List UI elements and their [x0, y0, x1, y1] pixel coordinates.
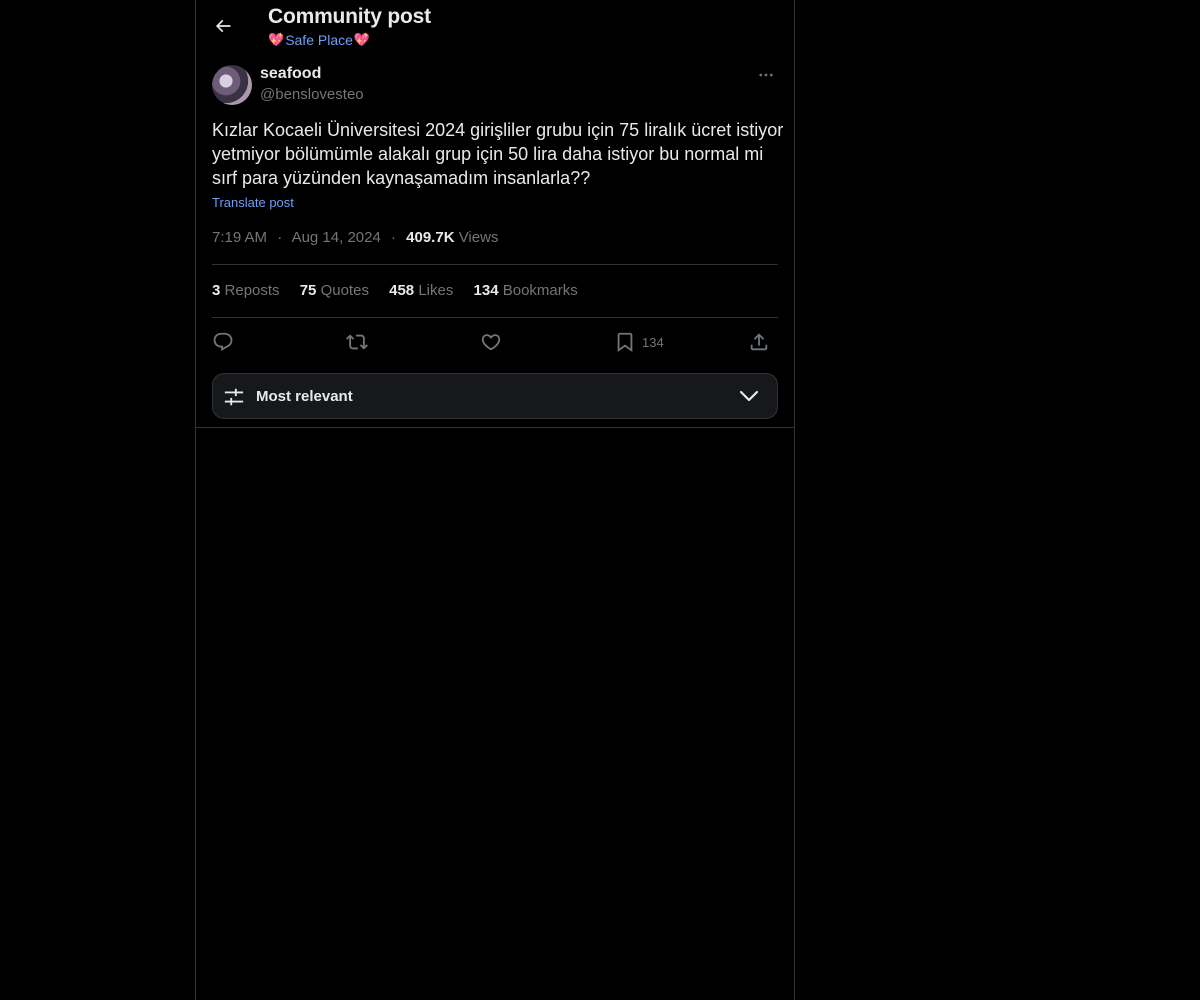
- chevron-down-icon: [739, 390, 759, 402]
- page-title: Community post: [268, 5, 431, 28]
- stat-count: 75: [299, 282, 317, 299]
- meta-separator: ·: [277, 229, 283, 246]
- arrow-left-icon: [215, 19, 231, 33]
- divider: [212, 264, 778, 265]
- stat-bookmarks[interactable]: 134 Bookmarks: [474, 282, 578, 299]
- translate-post-link[interactable]: Translate post: [212, 195, 294, 210]
- sort-replies-dropdown[interactable]: Most relevant: [212, 373, 778, 419]
- heart-emoji-icon: 💖: [353, 32, 371, 47]
- stat-label: Reposts: [224, 282, 280, 299]
- post-actions: 134: [212, 328, 778, 356]
- stat-count: 458: [389, 282, 415, 299]
- divider: [196, 427, 794, 428]
- share-button[interactable]: [748, 328, 770, 356]
- views-label: Views: [458, 229, 499, 246]
- sliders-icon: [224, 388, 244, 406]
- reply-icon: [213, 332, 233, 351]
- stat-count: 134: [473, 282, 499, 299]
- reply-button[interactable]: [212, 328, 234, 356]
- post-author: seafood @benslovesteo: [212, 65, 778, 107]
- repost-icon: [346, 334, 368, 350]
- share-icon: [750, 333, 768, 351]
- sort-label: Most relevant: [256, 388, 353, 405]
- repost-button[interactable]: [346, 328, 368, 356]
- post-time[interactable]: 7:19 AM: [212, 229, 267, 246]
- post-meta: 7:19 AM · Aug 14, 2024 · 409.7K Views: [212, 229, 498, 246]
- heart-icon: [481, 334, 501, 351]
- stat-quotes[interactable]: 75 Quotes: [300, 282, 369, 299]
- bookmark-count: 134: [642, 334, 664, 350]
- like-button[interactable]: [480, 328, 502, 356]
- heart-emoji-icon: 💖: [268, 32, 285, 47]
- back-button[interactable]: [209, 12, 237, 40]
- divider: [212, 317, 778, 318]
- stat-label: Quotes: [320, 282, 369, 299]
- avatar[interactable]: [212, 65, 252, 105]
- community-name: Safe Place: [285, 32, 353, 48]
- author-handle[interactable]: @benslovesteo: [260, 86, 364, 103]
- post-text: Kızlar Kocaeli Üniversitesi 2024 girişli…: [212, 120, 784, 188]
- stat-reposts[interactable]: 3 Reposts: [212, 282, 280, 299]
- stat-likes[interactable]: 458 Likes: [389, 282, 453, 299]
- page-header: Community post 💖 Safe Place 💖: [196, 0, 794, 56]
- post-stats: 3 Reposts 75 Quotes 458 Likes 134 Bookma…: [212, 282, 594, 299]
- meta-separator: ·: [390, 229, 396, 246]
- bookmark-icon: [617, 332, 633, 353]
- stat-label: Likes: [418, 282, 454, 299]
- stat-label: Bookmarks: [502, 282, 578, 299]
- stat-count: 3: [212, 282, 221, 299]
- author-name[interactable]: seafood: [260, 65, 321, 83]
- views-count: 409.7K: [406, 229, 455, 246]
- more-options-button[interactable]: [754, 65, 778, 85]
- post-date[interactable]: Aug 14, 2024: [292, 229, 381, 246]
- main-column: Community post 💖 Safe Place 💖 seafood @b…: [195, 0, 795, 1000]
- bookmark-button[interactable]: 134: [614, 328, 664, 356]
- ellipsis-icon: [759, 73, 773, 77]
- community-link[interactable]: 💖 Safe Place 💖: [268, 32, 370, 48]
